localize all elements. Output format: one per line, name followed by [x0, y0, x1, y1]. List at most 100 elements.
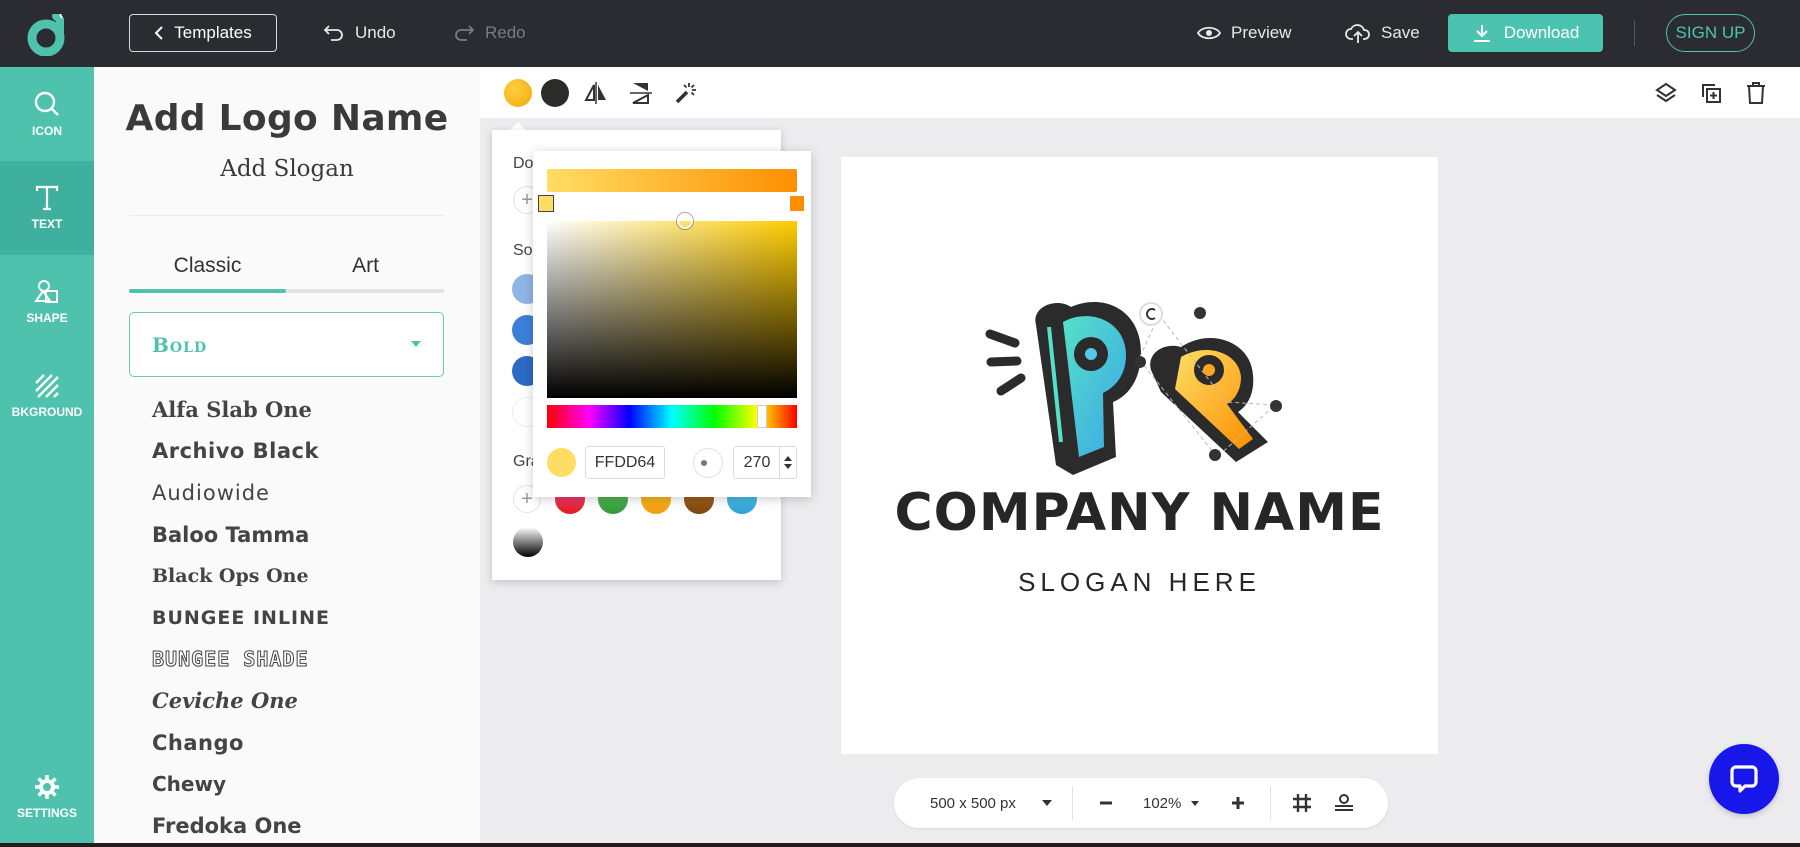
- add-logo-name[interactable]: Add Logo Name: [94, 98, 480, 139]
- zoombar-divider: [1072, 786, 1073, 820]
- rail-item-label: TEXT: [31, 217, 63, 231]
- tab-classic[interactable]: Classic: [129, 242, 286, 290]
- font-item[interactable]: Chango: [152, 722, 330, 764]
- gradient-stop-end[interactable]: [789, 195, 805, 212]
- redo-button[interactable]: Redo: [453, 20, 526, 46]
- solid-colors-label: So: [513, 242, 533, 259]
- font-category-select[interactable]: Bold: [129, 312, 444, 377]
- hex-input[interactable]: [585, 446, 665, 479]
- zoom-in-button[interactable]: [1230, 778, 1246, 828]
- rail-item-label: ICON: [32, 124, 62, 138]
- app-logo[interactable]: [26, 12, 72, 57]
- saturation-brightness-area[interactable]: [547, 213, 797, 398]
- chevron-down-icon: [1191, 800, 1200, 806]
- templates-label: Templates: [174, 23, 252, 42]
- font-item[interactable]: Alfa Slab One: [152, 389, 330, 431]
- font-item[interactable]: Baloo Tamma: [152, 514, 330, 556]
- font-item[interactable]: Archivo Black: [152, 431, 330, 473]
- save-button[interactable]: Save: [1345, 20, 1420, 46]
- rail-item-icon[interactable]: ICON: [0, 67, 94, 161]
- preview-button[interactable]: Preview: [1197, 20, 1291, 46]
- spin-down-icon[interactable]: [784, 464, 792, 469]
- zoom-out-button[interactable]: [1098, 778, 1114, 828]
- undo-icon: [323, 25, 343, 41]
- text-panel: Add Logo Name Add Slogan Classic Art Bol…: [94, 67, 480, 843]
- download-button[interactable]: Download: [1448, 14, 1603, 52]
- flip-vertical-icon: [630, 83, 652, 104]
- fill-color-2-button[interactable]: [541, 79, 569, 107]
- templates-button[interactable]: Templates: [129, 14, 277, 52]
- background-icon: [35, 374, 59, 398]
- hue-slider[interactable]: [547, 405, 797, 428]
- layers-button[interactable]: [1653, 80, 1679, 106]
- angle-input[interactable]: [734, 447, 780, 478]
- panel-divider: [129, 215, 444, 216]
- undo-button[interactable]: Undo: [323, 20, 396, 46]
- cloud-upload-icon: [1345, 24, 1370, 43]
- grid-icon: [1293, 794, 1311, 812]
- chevron-left-icon: [154, 26, 163, 40]
- signup-label: SIGN UP: [1675, 23, 1746, 42]
- artboard[interactable]: COMPANY NAME SLOGAN HERE: [841, 157, 1438, 754]
- font-item[interactable]: BUNGEE INLINE: [152, 597, 330, 639]
- redo-label: Redo: [485, 23, 526, 42]
- layers-icon: [1655, 82, 1677, 103]
- app-logo-icon: [27, 12, 65, 57]
- shape-icon: [34, 280, 58, 303]
- taskbar-edge: [0, 843, 1800, 847]
- delete-button[interactable]: [1743, 80, 1769, 106]
- font-item[interactable]: Black Ops One: [152, 555, 330, 597]
- rail-item-label: SHAPE: [26, 311, 68, 325]
- font-item[interactable]: Audiowide: [152, 472, 330, 514]
- chevron-down-icon: [1041, 800, 1052, 806]
- zoom-bar: 500 x 500 px 102%: [894, 778, 1388, 828]
- font-item[interactable]: Fredoka One: [152, 805, 330, 843]
- canvas-size-select[interactable]: 500 x 500 px: [930, 778, 1052, 828]
- tab-active-indicator: [129, 289, 286, 293]
- spin-up-icon[interactable]: [784, 456, 792, 461]
- canvas-size-value: 500 x 500 px: [930, 794, 1016, 812]
- font-item[interactable]: BUNGEE SHADE: [151, 639, 330, 681]
- flip-horizontal-button[interactable]: [583, 80, 609, 106]
- logo-maker-app: Templates Undo Redo Preview Save Downloa…: [0, 0, 1800, 843]
- rail-item-text[interactable]: TEXT: [0, 161, 94, 255]
- duplicate-button[interactable]: [1698, 80, 1724, 106]
- font-item[interactable]: Ceviche One: [152, 680, 330, 722]
- topbar-divider: [1634, 20, 1635, 46]
- rail-item-background[interactable]: BKGROUND: [0, 349, 94, 443]
- font-item[interactable]: Chewy: [152, 763, 330, 805]
- preview-label: Preview: [1231, 23, 1292, 42]
- company-name-text[interactable]: COMPANY NAME: [841, 483, 1438, 543]
- angle-dial[interactable]: [693, 448, 723, 478]
- chat-button[interactable]: [1709, 744, 1779, 814]
- rail-item-settings[interactable]: SETTINGS: [0, 757, 94, 837]
- font-tabs: Classic Art: [129, 242, 444, 294]
- sound-lines-icon: [985, 329, 1026, 396]
- saturation-handle[interactable]: [676, 213, 693, 229]
- zoom-level-select[interactable]: 102%: [1143, 778, 1200, 828]
- flip-vertical-button[interactable]: [628, 80, 654, 106]
- grid-toggle-button[interactable]: [1292, 778, 1312, 828]
- gradient-preview-bar[interactable]: [547, 169, 797, 192]
- rail-item-label: BKGROUND: [11, 405, 83, 419]
- magic-wand-button[interactable]: [673, 80, 699, 106]
- angle-spinner[interactable]: [779, 447, 796, 478]
- rail-item-label: SETTINGS: [16, 806, 77, 820]
- slogan-text[interactable]: SLOGAN HERE: [841, 567, 1438, 598]
- rail-item-shape[interactable]: SHAPE: [0, 255, 94, 349]
- download-icon: [1473, 25, 1490, 42]
- tab-art[interactable]: Art: [287, 242, 444, 290]
- gradient-swatch[interactable]: [513, 527, 543, 557]
- current-color-swatch: [547, 448, 576, 477]
- add-slogan[interactable]: Add Slogan: [94, 156, 480, 182]
- hue-handle[interactable]: [757, 405, 767, 428]
- left-rail: ICON TEXT SHAPE BKGROUND SETTINGS: [0, 67, 94, 843]
- align-center-button[interactable]: [1334, 778, 1354, 828]
- zoombar-divider: [1270, 786, 1271, 820]
- gradient-stop-start[interactable]: [538, 195, 554, 212]
- signup-button[interactable]: SIGN UP: [1666, 14, 1755, 52]
- fill-color-1-button[interactable]: [504, 79, 532, 107]
- save-label: Save: [1381, 23, 1420, 42]
- chevron-down-icon: [411, 341, 421, 347]
- canvas-toolbar: [480, 67, 1800, 118]
